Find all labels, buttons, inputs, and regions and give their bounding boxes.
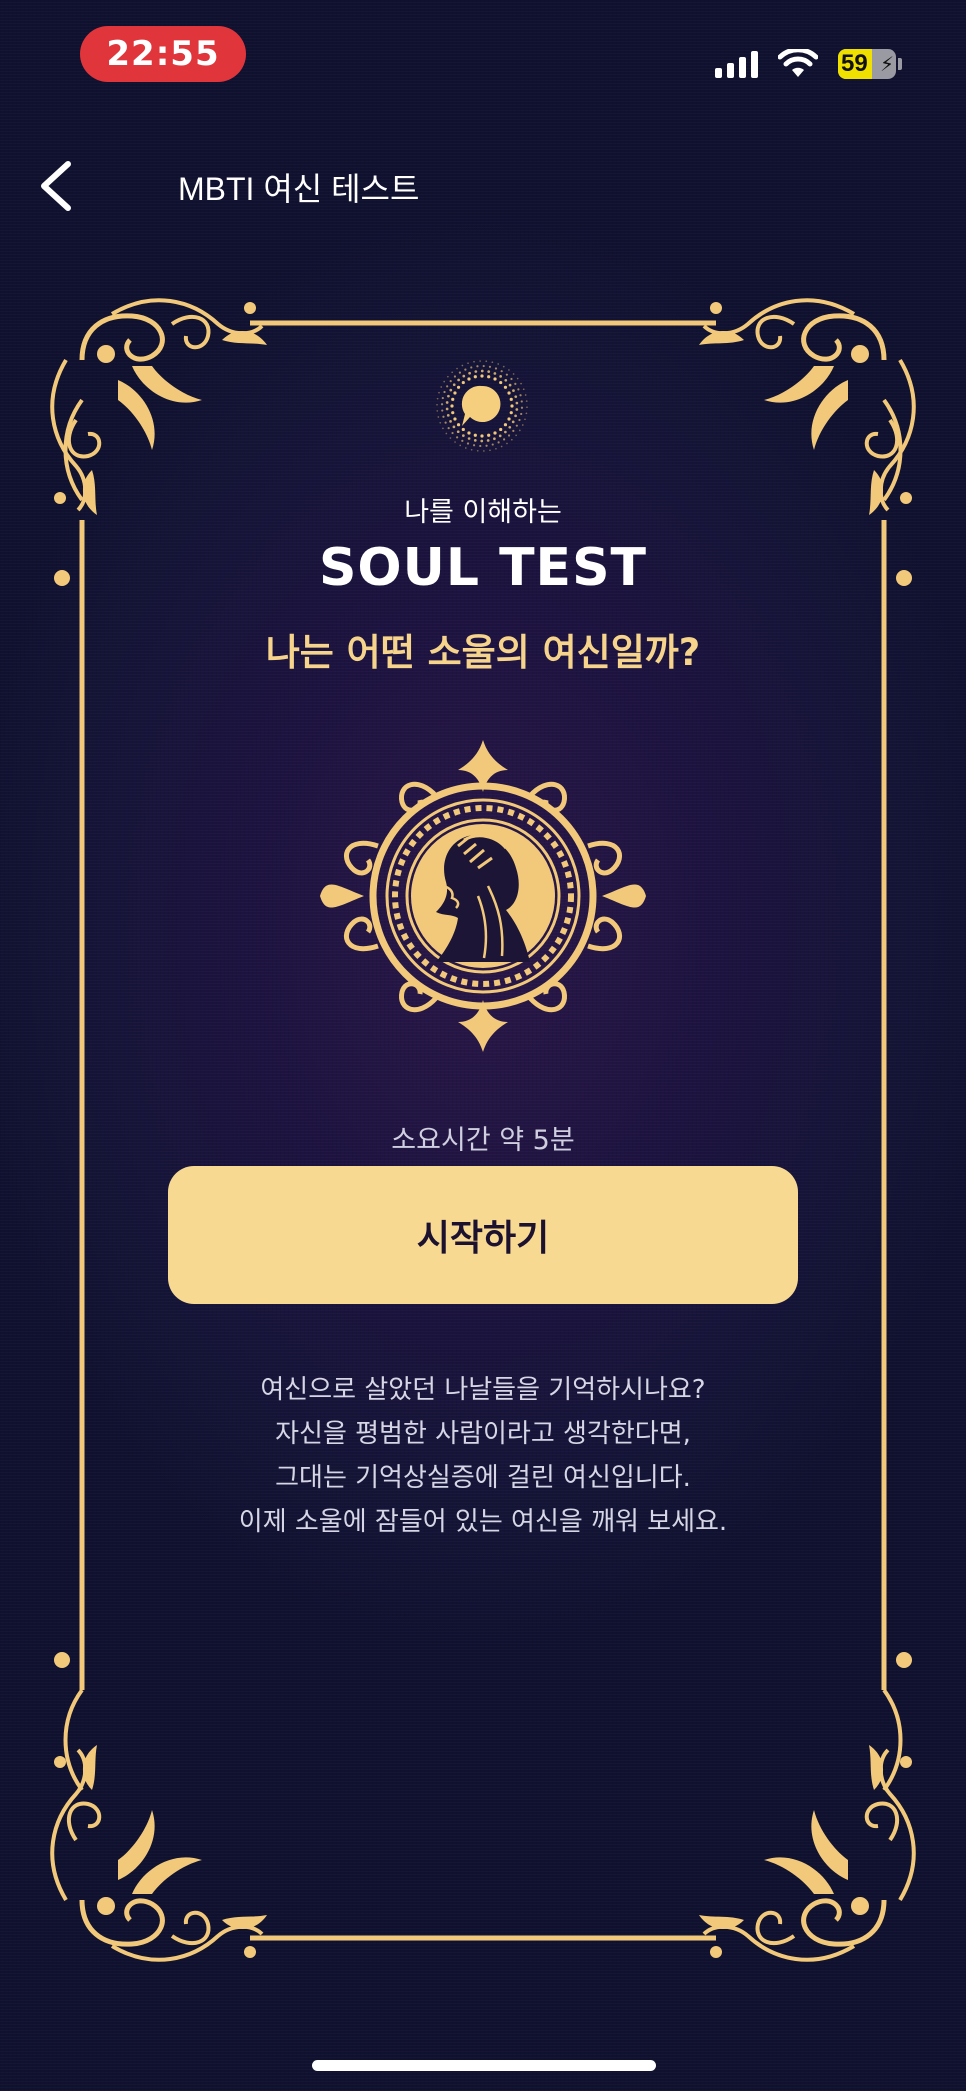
page-title: MBTI 여신 테스트 — [178, 171, 420, 207]
intro-subtitle: 나를 이해하는 — [404, 497, 562, 528]
battery-icon: 59 ⚡ — [838, 49, 896, 79]
start-button[interactable]: 시작하기 — [168, 1166, 798, 1304]
battery-cap — [898, 58, 902, 70]
signal-icon — [715, 50, 758, 78]
home-indicator[interactable] — [312, 2060, 656, 2071]
description-line-4: 이제 소울에 잠들어 있는 여신을 깨워 보세요. — [238, 1507, 728, 1537]
intro-question: 나는 어떤 소울의 여신일까? — [265, 631, 701, 674]
main-title: SOUL TEST — [318, 538, 648, 598]
description: 여신으로 살았던 나날들을 기억하시나요? 자신을 평범한 사람이라고 생각한다… — [0, 1368, 966, 1544]
description-line-2: 자신을 평범한 사람이라고 생각한다면, — [275, 1419, 691, 1449]
description-line-3: 그대는 기억상실증에 걸린 여신입니다. — [275, 1463, 691, 1493]
battery-level: 59 — [841, 50, 868, 77]
status-icons: 59 ⚡ — [715, 44, 902, 84]
goddess-emblem-icon — [320, 740, 646, 1052]
wifi-icon — [778, 49, 818, 77]
description-line-1: 여신으로 살았던 나날들을 기억하시나요? — [260, 1375, 706, 1405]
chevron-left-icon — [41, 161, 71, 211]
duration-text: 소요시간 약 5분 — [391, 1125, 575, 1156]
speech-bubble-logo-icon — [436, 360, 528, 452]
back-button[interactable] — [34, 158, 78, 214]
status-time: 22:55 — [80, 26, 246, 82]
start-button-label: 시작하기 — [416, 1217, 550, 1258]
